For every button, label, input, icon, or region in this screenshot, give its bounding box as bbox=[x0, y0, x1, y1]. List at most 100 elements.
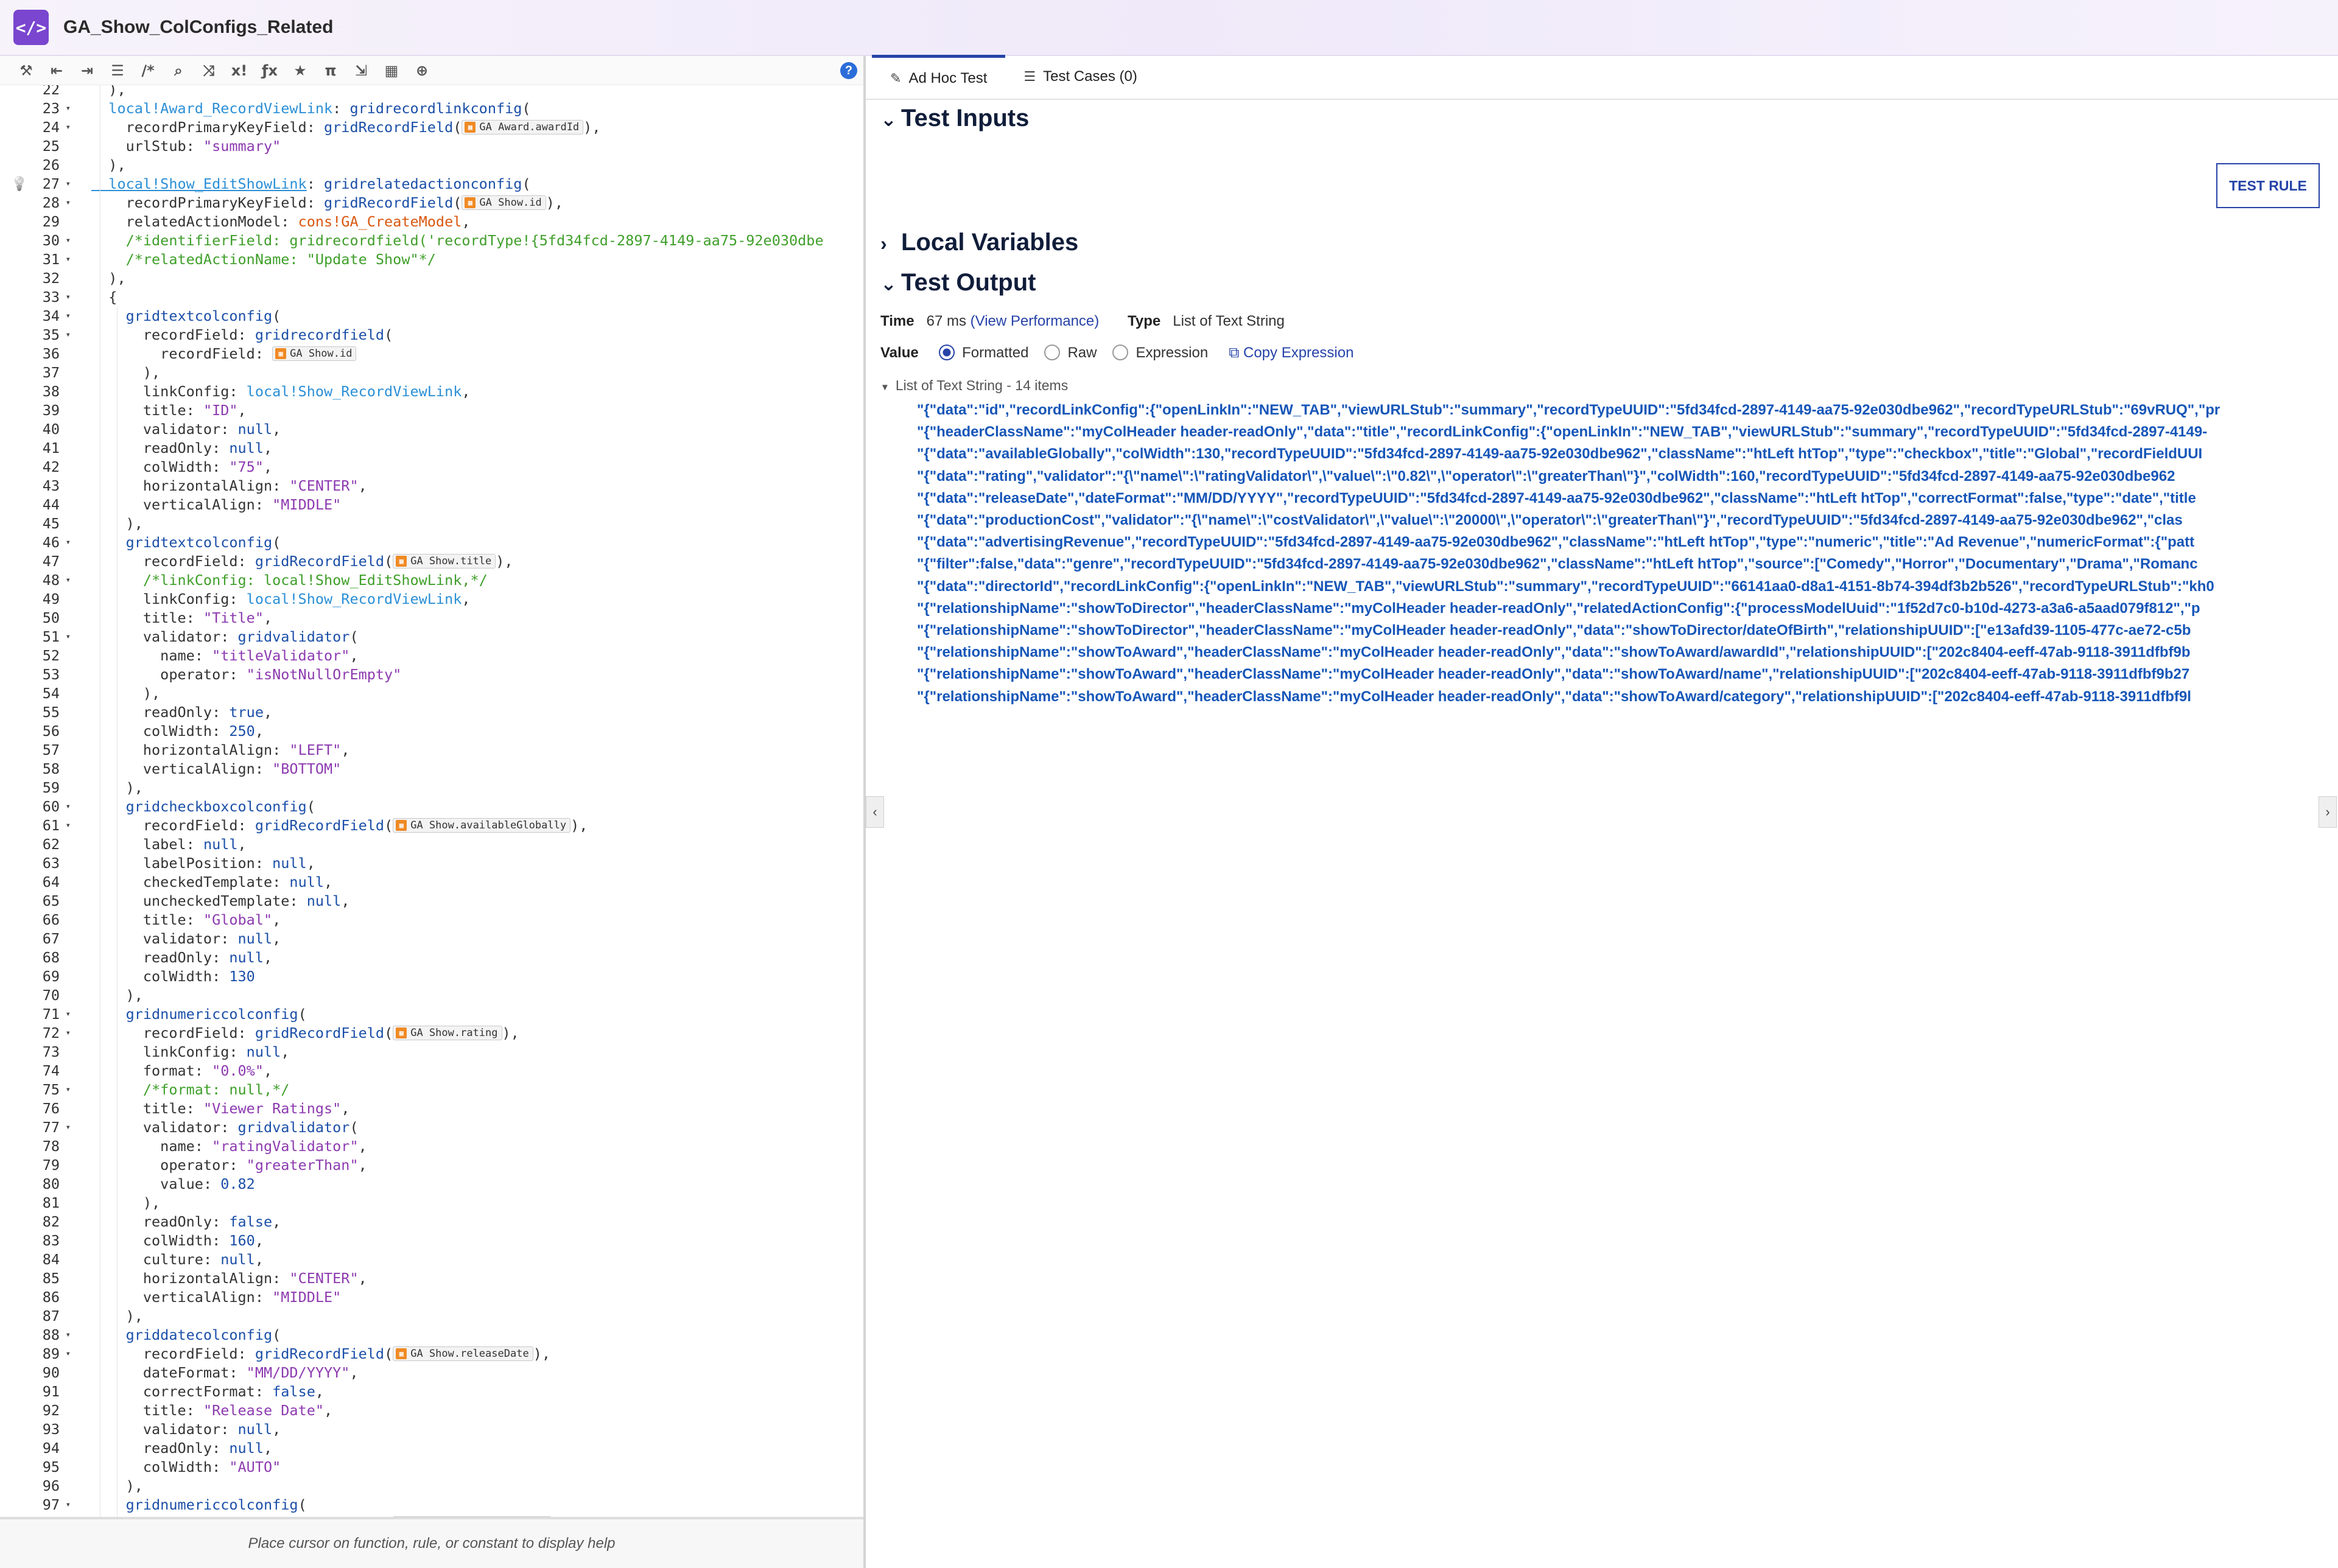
record-field-chip[interactable]: ▦ GA Show.availableGlobally bbox=[393, 818, 571, 833]
fold-toggle-icon[interactable]: ▾ bbox=[66, 99, 71, 118]
radio-button[interactable] bbox=[1112, 344, 1129, 360]
lightbulb-icon[interactable]: 💡 bbox=[11, 175, 27, 194]
code-line[interactable]: operator: "isNotNullOrEmpty" bbox=[91, 665, 401, 684]
code-line[interactable]: colWidth: "75", bbox=[91, 458, 272, 477]
list-header[interactable]: ▼ List of Text String - 14 items bbox=[880, 377, 1068, 394]
view-performance-link[interactable]: (View Performance) bbox=[971, 313, 1100, 329]
export-icon[interactable]: ⇲ bbox=[346, 56, 376, 85]
database-icon[interactable]: ▦ bbox=[376, 56, 407, 85]
code-line[interactable]: uncheckedTemplate: null, bbox=[91, 892, 350, 911]
indent-icon[interactable]: ⇥ bbox=[72, 56, 102, 85]
code-line[interactable]: linkConfig: local!Show_RecordViewLink, bbox=[91, 382, 471, 401]
collapse-left-arrow-icon[interactable]: ‹ bbox=[866, 796, 884, 828]
code-line[interactable]: correctFormat: false, bbox=[91, 1382, 324, 1401]
fold-toggle-icon[interactable]: ▾ bbox=[66, 1024, 71, 1043]
code-line[interactable]: labelPosition: null, bbox=[91, 854, 315, 873]
globe-icon[interactable]: ⊕ bbox=[407, 56, 437, 85]
code-line[interactable]: verticalAlign: "BOTTOM" bbox=[91, 760, 341, 779]
code-line[interactable]: recordField: ▦ GA Show.id bbox=[91, 345, 357, 363]
tab-ad-hoc-test[interactable]: ✎ Ad Hoc Test bbox=[872, 55, 1006, 99]
code-line[interactable]: recordPrimaryKeyField: gridRecordField(▦… bbox=[91, 118, 601, 137]
code-line[interactable]: local!Show_EditShowLink: gridrelatedacti… bbox=[91, 175, 530, 194]
code-line[interactable]: validator: null, bbox=[91, 1420, 281, 1439]
code-line[interactable]: recordField: gridrecordfield( bbox=[91, 326, 393, 345]
value-option-expression[interactable]: Expression bbox=[1112, 344, 1208, 361]
code-line[interactable]: /*format: null,*/ bbox=[91, 1080, 290, 1099]
fold-toggle-icon[interactable]: ▾ bbox=[66, 816, 71, 835]
code-line[interactable]: horizontalAlign: "CENTER", bbox=[91, 477, 367, 495]
code-line[interactable]: colWidth: 130 bbox=[91, 967, 255, 986]
code-line[interactable]: horizontalAlign: "LEFT", bbox=[91, 741, 350, 760]
code-line[interactable]: format: "0.0%", bbox=[91, 1062, 272, 1080]
search-icon[interactable]: ⌕ bbox=[163, 56, 194, 85]
code-line[interactable]: gridnumericcolconfig( bbox=[91, 1496, 307, 1514]
fold-toggle-icon[interactable]: ▾ bbox=[66, 194, 71, 212]
code-line[interactable]: name: "ratingValidator", bbox=[91, 1137, 367, 1156]
code-line[interactable]: gridnumericcolconfig( bbox=[91, 1005, 307, 1024]
code-line[interactable]: gridtextcolconfig( bbox=[91, 307, 281, 326]
fold-toggle-icon[interactable]: ▾ bbox=[66, 288, 71, 307]
collapse-right-arrow-icon[interactable]: › bbox=[2319, 796, 2337, 828]
fold-toggle-icon[interactable]: ▾ bbox=[66, 797, 71, 816]
code-line[interactable]: ), bbox=[91, 156, 125, 175]
code-line[interactable]: gridcheckboxcolconfig( bbox=[91, 797, 315, 816]
fold-toggle-icon[interactable]: ▾ bbox=[66, 628, 71, 646]
code-line[interactable]: relatedActionModel: cons!GA_CreateModel, bbox=[91, 212, 471, 231]
code-line[interactable]: validator: gridvalidator( bbox=[91, 1118, 359, 1137]
wand-icon[interactable]: ⚒ bbox=[11, 56, 41, 85]
pi-icon[interactable]: π bbox=[315, 56, 346, 85]
radio-button[interactable] bbox=[939, 344, 955, 360]
fold-toggle-icon[interactable]: ▾ bbox=[66, 1118, 71, 1137]
code-line[interactable]: readOnly: null, bbox=[91, 948, 272, 967]
code-line[interactable]: horizontalAlign: "CENTER", bbox=[91, 1269, 367, 1288]
test-rule-button[interactable]: TEST RULE bbox=[2216, 163, 2320, 208]
code-line[interactable]: title: "Release Date", bbox=[91, 1401, 332, 1420]
fold-toggle-icon[interactable]: ▾ bbox=[66, 231, 71, 250]
code-line[interactable]: ), bbox=[91, 363, 160, 382]
code-line[interactable]: verticalAlign: "MIDDLE" bbox=[91, 1288, 341, 1307]
fold-toggle-icon[interactable]: ▾ bbox=[66, 307, 71, 326]
local-variables-header[interactable]: › Local Variables bbox=[880, 229, 1078, 256]
tab-test-cases-0[interactable]: ☰ Test Cases (0) bbox=[1005, 55, 1155, 99]
code-editor[interactable]: 22 23 ▾ 24 ▾ 25 26 💡 27 ▾ 28 ▾ 29 30 ▾ 31 ▾ 32 33 ▾ 34 ▾ 35 ▾ 36… bbox=[0, 85, 863, 1517]
value-option-raw[interactable]: Raw bbox=[1044, 344, 1097, 361]
record-field-chip[interactable]: ▦ GA Show.rating bbox=[393, 1026, 502, 1040]
code-line[interactable]: validator: null, bbox=[91, 929, 281, 948]
code-line[interactable]: griddatecolconfig( bbox=[91, 1326, 281, 1345]
test-inputs-header[interactable]: ⌄ Test Inputs bbox=[880, 105, 1029, 132]
list-icon[interactable]: ☰ bbox=[102, 56, 133, 85]
fold-toggle-icon[interactable]: ▾ bbox=[66, 533, 71, 552]
code-line[interactable]: dateFormat: "MM/DD/YYYY", bbox=[91, 1363, 359, 1382]
code-line[interactable]: recordField: gridRecordField(▦ GA Show.av… bbox=[91, 816, 588, 835]
record-field-chip[interactable]: ▦ GA Show.id bbox=[272, 346, 357, 361]
code-line[interactable]: validator: gridvalidator( bbox=[91, 628, 359, 646]
code-line[interactable]: recordField: gridRecordField(▦ GA Show.ti… bbox=[91, 552, 513, 571]
comment-icon[interactable]: /* bbox=[133, 56, 163, 85]
code-line[interactable]: validator: null, bbox=[91, 420, 281, 439]
fold-toggle-icon[interactable]: ▾ bbox=[66, 1496, 71, 1514]
function-icon[interactable]: ƒx bbox=[255, 56, 285, 85]
fold-toggle-icon[interactable]: ▾ bbox=[66, 118, 71, 137]
code-line[interactable]: title: "Title", bbox=[91, 609, 272, 628]
code-line[interactable]: ), bbox=[91, 1194, 160, 1213]
code-line[interactable]: recordPrimaryKeyField: gridRecordField(▦… bbox=[91, 194, 563, 212]
code-line[interactable]: { bbox=[91, 288, 117, 307]
code-line[interactable]: local!Award_RecordViewLink: gridrecordli… bbox=[91, 99, 530, 118]
code-line[interactable]: readOnly: null, bbox=[91, 1439, 272, 1458]
code-line[interactable]: linkConfig: local!Show_RecordViewLink, bbox=[91, 590, 471, 609]
code-line[interactable]: /*relatedActionName: "Update Show"*/ bbox=[91, 250, 436, 269]
outdent-icon[interactable]: ⇤ bbox=[41, 56, 72, 85]
fold-toggle-icon[interactable]: ▾ bbox=[66, 1005, 71, 1024]
fold-toggle-icon[interactable]: ▾ bbox=[66, 1345, 71, 1363]
code-line[interactable]: value: 0.82 bbox=[91, 1175, 255, 1194]
fold-toggle-icon[interactable]: ▾ bbox=[66, 250, 71, 269]
star-icon[interactable]: ★ bbox=[285, 56, 315, 85]
code-line[interactable]: gridtextcolconfig( bbox=[91, 533, 281, 552]
code-line[interactable]: label: null, bbox=[91, 835, 247, 854]
code-line[interactable]: readOnly: true, bbox=[91, 703, 272, 722]
help-icon[interactable]: ? bbox=[840, 62, 857, 79]
code-line[interactable]: verticalAlign: "MIDDLE" bbox=[91, 495, 341, 514]
fold-toggle-icon[interactable]: ▾ bbox=[66, 175, 71, 194]
code-line[interactable]: name: "titleValidator", bbox=[91, 646, 358, 665]
code-line[interactable]: ), bbox=[91, 85, 125, 99]
